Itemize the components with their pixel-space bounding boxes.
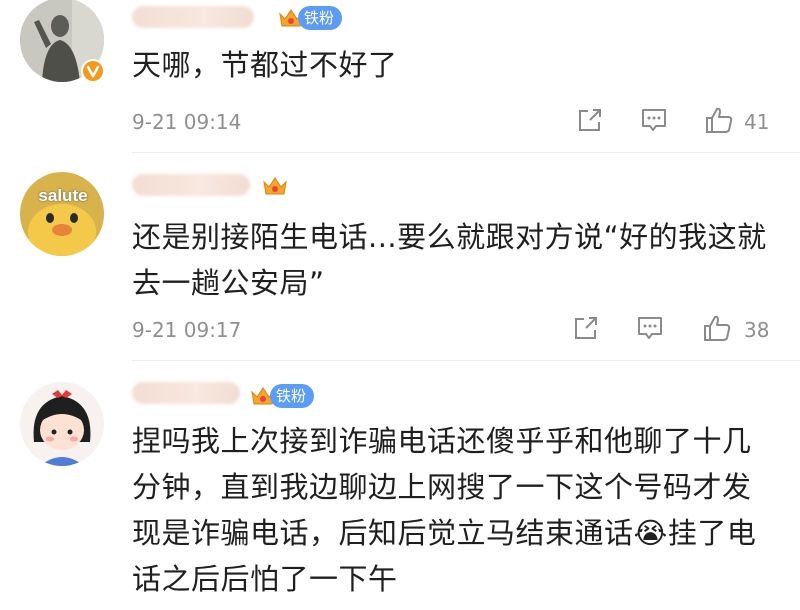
crown-level-icon — [262, 174, 288, 198]
thumbs-up-icon[interactable] — [702, 314, 732, 342]
divider — [132, 152, 800, 153]
comment-item: 铁粉 捏吗我上次接到诈骗电话还傻乎乎和他聊了十几分钟，直到我边聊边上网搜了一下这… — [0, 370, 800, 610]
like-count: 38 — [744, 318, 770, 342]
comment-text: 还是别接陌生电话...要么就跟对方说“好的我这就去一趟公安局” — [132, 220, 767, 300]
verified-badge-icon — [80, 58, 106, 84]
timestamp: 9-21 09:14 — [132, 110, 242, 134]
fan-badge: 铁粉 — [270, 384, 315, 408]
comment-text: 捏吗我上次接到诈骗电话还傻乎乎和他聊了十几分钟，直到我边聊边上网搜了一下这个号码… — [132, 424, 757, 596]
thumbs-up-icon[interactable] — [704, 106, 734, 134]
fan-badge: 铁粉 — [298, 6, 343, 30]
share-icon[interactable] — [572, 314, 600, 342]
divider — [132, 360, 800, 361]
avatar[interactable] — [20, 382, 104, 466]
comment-meta: 9-21 09:14 41 — [132, 106, 772, 136]
avatar[interactable] — [20, 172, 104, 256]
share-icon[interactable] — [576, 106, 604, 134]
username[interactable] — [132, 174, 250, 196]
like-count: 41 — [744, 110, 770, 134]
username[interactable] — [132, 6, 254, 28]
comment-text: 天哪，节都过不好了 — [132, 48, 398, 82]
comment-icon[interactable] — [640, 106, 668, 134]
comment-item: 铁粉 天哪，节都过不好了 9-21 09:14 41 — [0, 0, 800, 153]
comment-item: salute 还是别接陌生电话...要么就跟对方说“好的我这就去一趟公安局” 9… — [0, 160, 800, 361]
comment-meta: 9-21 09:17 38 — [132, 314, 772, 344]
username[interactable] — [132, 382, 240, 404]
avatar-overlay-text: salute — [38, 186, 88, 205]
comment-icon[interactable] — [636, 314, 664, 342]
timestamp: 9-21 09:17 — [132, 318, 242, 342]
